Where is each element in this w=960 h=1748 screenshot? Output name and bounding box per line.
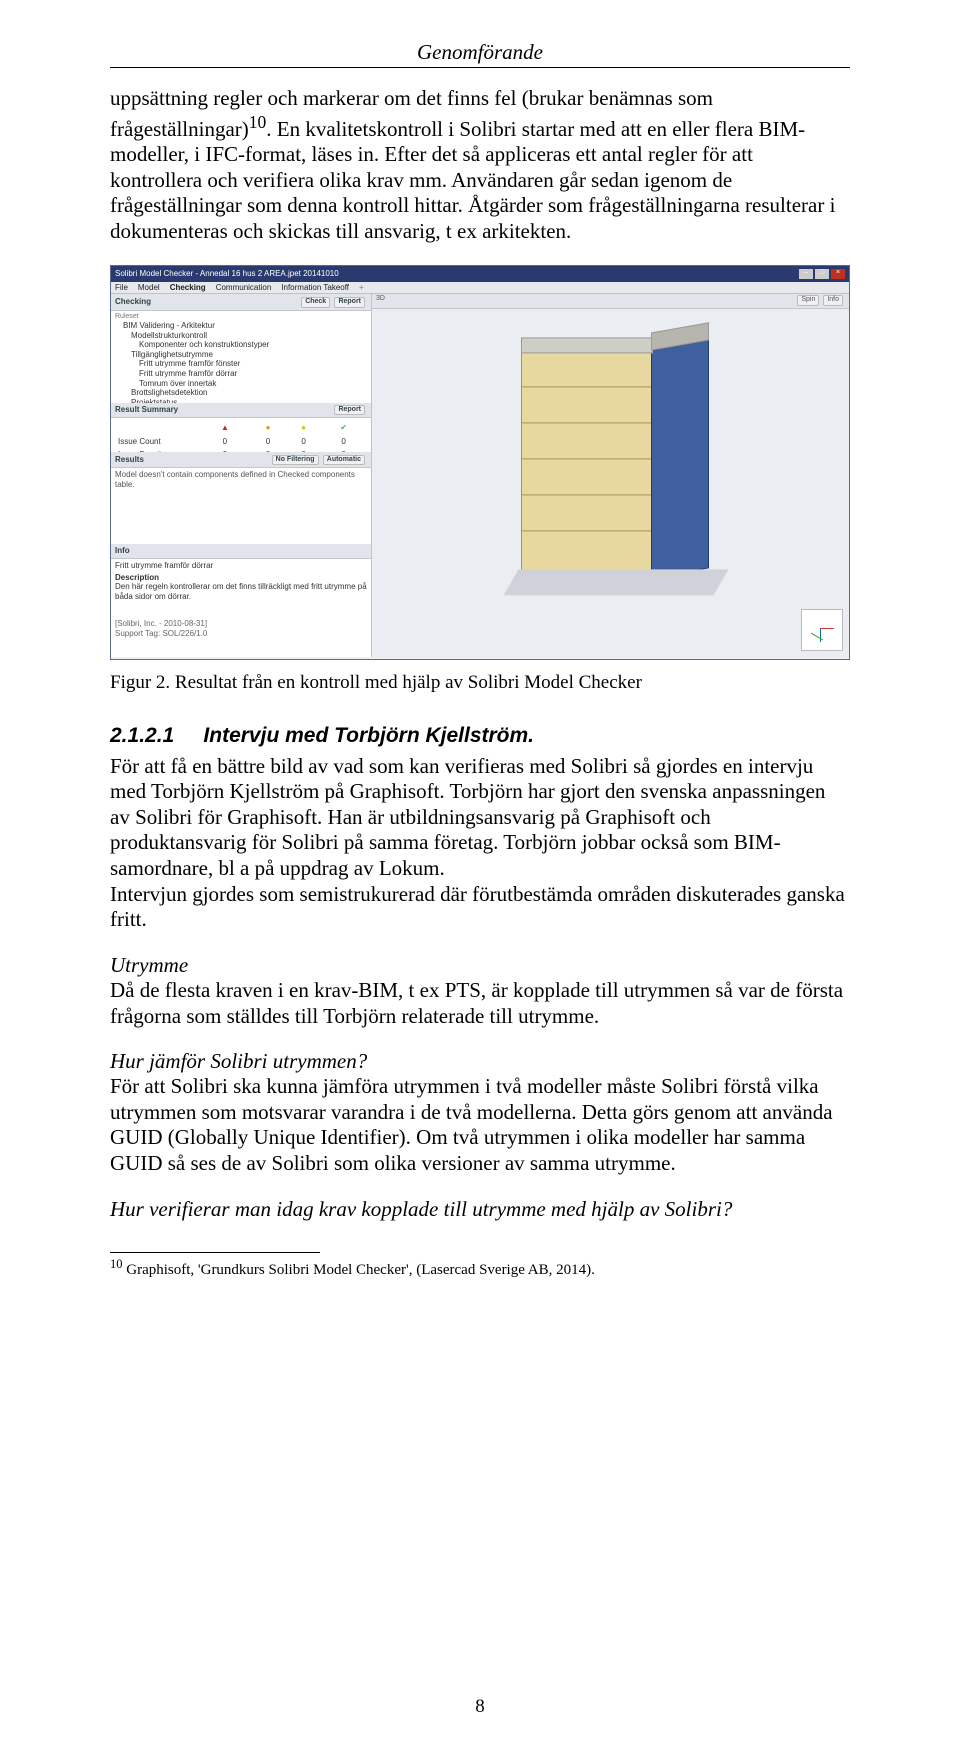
footnote-number: 10 (110, 1257, 123, 1271)
figure-solibri-screenshot: Solibri Model Checker - Annedal 16 hus 2… (110, 265, 850, 660)
info-footer-2: Support Tag: SOL/226/1.0 (115, 629, 367, 639)
window-title: Solibri Model Checker - Annedal 16 hus 2… (115, 269, 339, 279)
question-2: Hur verifierar man idag krav kopplade ti… (110, 1197, 850, 1222)
summary-header-row: ▲ ● ● ✔ (117, 422, 365, 434)
summary-row-issue-count: Issue Count 0 0 0 0 (117, 436, 365, 448)
viewport-toolbar: 3D Spin Info (372, 294, 849, 309)
question-1: Hur jämför Solibri utrymmen? (110, 1049, 850, 1074)
info-desc-label: Description (115, 573, 367, 583)
app-menubar: File Model Checking Communication Inform… (111, 282, 849, 295)
minimize-button[interactable]: – (799, 269, 813, 279)
tree-fritt-fonster[interactable]: Fritt utrymme framför fönster (115, 359, 367, 369)
results-filter-nofiltering[interactable]: No Filtering (272, 455, 319, 465)
result-summary-header: Result Summary Report (111, 403, 371, 418)
report-button-top[interactable]: Report (334, 297, 365, 307)
checking-panel-header: Checking Check Report (111, 294, 371, 310)
maximize-button[interactable]: □ (815, 269, 829, 279)
info-desc-text: Den här regeln kontrollerar om det finns… (115, 582, 367, 601)
tree-fritt-dorrar[interactable]: Fritt utrymme framför dörrar (115, 369, 367, 379)
info-body: Fritt utrymme framför dörrar Description… (111, 559, 371, 657)
menu-add-icon[interactable]: + (359, 283, 364, 293)
paragraph-3: Då de flesta kraven i en krav-BIM, t ex … (110, 978, 850, 1029)
paragraph-2: För att få en bättre bild av vad som kan… (110, 754, 850, 882)
results-body: Model doesn't contain components defined… (111, 468, 371, 544)
result-summary-label: Result Summary (115, 405, 178, 415)
footnote-separator (110, 1252, 320, 1253)
paragraph-1: uppsättning regler och markerar om det f… (110, 86, 850, 245)
section-number: 2.1.2.1 (110, 724, 174, 747)
left-panel: Checking Check Report Ruleset BIM Valide… (111, 294, 372, 657)
ruleset-label: Ruleset (115, 313, 367, 321)
nav-spin[interactable]: Spin (797, 295, 819, 305)
report-button-summary[interactable]: Report (334, 405, 365, 415)
menu-info-takeoff[interactable]: Information Takeoff (281, 283, 349, 293)
running-header: Genomförande (110, 40, 850, 68)
results-label: Results (115, 455, 144, 465)
window-buttons: – □ × (799, 269, 845, 279)
results-filter-automatic[interactable]: Automatic (323, 455, 365, 465)
section-title: Intervju med Torbjörn Kjellström. (203, 724, 534, 747)
viewport-3d-label: 3D (376, 295, 385, 307)
results-header: Results No Filtering Automatic (111, 452, 371, 468)
result-summary-body: ▲ ● ● ✔ Issue Count 0 0 0 0 (111, 418, 371, 452)
menu-file[interactable]: File (115, 283, 128, 293)
summary-label-issue-count: Issue Count (117, 436, 199, 448)
info-label: Info (115, 546, 130, 556)
footnote-ref-10: 10 (249, 112, 267, 132)
footnote-10: 10 Graphisoft, 'Grundkurs Solibri Model … (110, 1257, 850, 1279)
tree-komponenter[interactable]: Komponenter och konstruktionstyper (115, 340, 367, 350)
menu-model[interactable]: Model (138, 283, 160, 293)
axis-widget[interactable] (801, 609, 843, 651)
viewport-3d[interactable]: 3D Spin Info (372, 294, 849, 657)
tree-bim-validering[interactable]: BIM Validering - Arkitektur (115, 321, 367, 331)
menu-communication[interactable]: Communication (216, 283, 272, 293)
info-footer-1: [Solibri, Inc. - 2010-08-31] (115, 619, 367, 629)
page: Genomförande uppsättning regler och mark… (0, 0, 960, 1748)
paragraph-4: För att Solibri ska kunna jämföra utrymm… (110, 1074, 850, 1176)
info-item: Fritt utrymme framför dörrar (115, 561, 367, 571)
paragraph-2b: Intervjun gjordes som semistrukurerad dä… (110, 882, 850, 933)
menu-checking[interactable]: Checking (170, 283, 206, 293)
check-button[interactable]: Check (301, 297, 330, 307)
window-titlebar: Solibri Model Checker - Annedal 16 hus 2… (111, 266, 849, 282)
checking-label: Checking (115, 297, 151, 307)
ruleset-tree: Ruleset BIM Validering - Arkitektur Mode… (111, 311, 371, 403)
subhead-utrymme: Utrymme (110, 953, 850, 978)
tree-brottslighetsdetektion[interactable]: Brottslighetsdetektion (115, 388, 367, 398)
close-button[interactable]: × (831, 269, 845, 279)
figure-caption: Figur 2. Resultat från en kontroll med h… (110, 672, 850, 694)
info-header: Info (111, 544, 371, 559)
section-heading-2121: 2.1.2.1 Intervju med Torbjörn Kjellström… (110, 724, 850, 748)
tree-tillganglighetsutrymme[interactable]: Tillgänglighetsutrymme (115, 350, 367, 360)
results-empty-text: Model doesn't contain components defined… (115, 470, 355, 489)
tree-tomrum-innertak[interactable]: Tomrum över innertak (115, 379, 367, 389)
building-model (491, 319, 731, 609)
footnote-text: Graphisoft, 'Grundkurs Solibri Model Che… (123, 1262, 595, 1278)
page-number: 8 (0, 1696, 960, 1718)
tree-modellstrukturkontroll[interactable]: Modellstrukturkontroll (115, 331, 367, 341)
nav-info[interactable]: Info (823, 295, 843, 305)
